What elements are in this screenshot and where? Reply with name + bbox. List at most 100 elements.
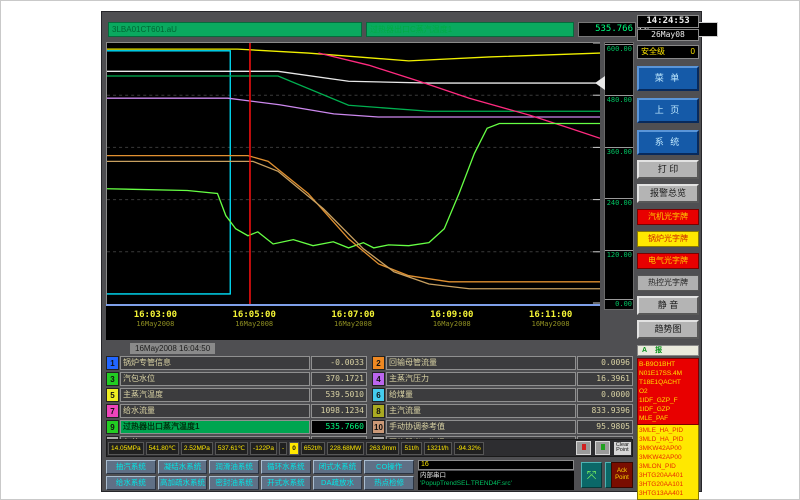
- point-tag-field[interactable]: 3LBA01CT601.aU: [108, 22, 362, 37]
- pen-value: 539.5010: [311, 388, 367, 402]
- status-indicator-2[interactable]: [595, 441, 610, 455]
- time-tick: 16:03:0016May2008: [106, 306, 205, 340]
- y-tick-label: 240.00: [605, 198, 633, 208]
- alarm-tag[interactable]: 3HTG13AA401: [639, 489, 697, 498]
- pen-value: 535.7660: [311, 420, 367, 434]
- sidebar-button[interactable]: 打 印: [637, 160, 699, 179]
- status-value: 14.05MPa: [108, 442, 144, 455]
- pen-row[interactable]: 1锅炉专管信息-0.0033: [106, 356, 367, 370]
- status-value: 2.52MPa: [181, 442, 213, 455]
- status-value: -122Pa: [250, 442, 277, 455]
- system-menu: 抽汽系统凝结水系统润滑油系统循环水系统闭式水系统CO操作给水系统高加疏水系统密封…: [106, 460, 414, 490]
- alarm-tag[interactable]: 3MLON_PID: [639, 462, 697, 471]
- pen-row[interactable]: 3汽包水位370.1721: [106, 372, 367, 386]
- time-tick: 16:09:0016May2008: [402, 306, 501, 340]
- ack-strip-label: 报: [655, 346, 662, 355]
- pen-label: 汽包水位: [120, 372, 310, 386]
- command-output: 内部串口 'PopupTrendSEL.TREND4F.src': [418, 471, 574, 490]
- alarm-tag[interactable]: MLE_PAF: [639, 414, 697, 423]
- pen-row[interactable]: 5主蒸汽温度539.5010: [106, 388, 367, 402]
- cursor-timestamp: 16May2008 16:04:50: [130, 343, 215, 354]
- ack-strip-label: A: [642, 346, 647, 355]
- menu-button[interactable]: 抽汽系统: [106, 460, 156, 474]
- alarm-tag[interactable]: 1IDF_GZP_F: [639, 396, 697, 405]
- sidebar-tool-button[interactable]: 静 音: [637, 296, 699, 315]
- pen-row[interactable]: 9过热器出口蒸汽温度1535.7660: [106, 420, 367, 434]
- ack-point-button[interactable]: AckPoint: [611, 462, 633, 488]
- alarm-tag[interactable]: 3MLE_HA_PID: [639, 426, 697, 435]
- menu-button[interactable]: DA疏放水: [313, 476, 363, 490]
- tick-date: 16May2008: [106, 320, 205, 328]
- alarm-tag[interactable]: O2: [639, 387, 697, 396]
- pen-value: 95.9805: [577, 420, 633, 434]
- pen-color-chip: 3: [106, 372, 119, 386]
- time-tick: 16:07:0016May2008: [304, 306, 403, 340]
- tick-date: 16May2008: [501, 320, 600, 328]
- pen-row[interactable]: 8主汽流量833.9396: [372, 404, 633, 418]
- status-value: -94.32%: [454, 442, 484, 455]
- status-value: 0: [289, 442, 299, 455]
- trend-chart[interactable]: [106, 42, 600, 304]
- pen-row[interactable]: 10手动协调参考值95.9805: [372, 420, 633, 434]
- pen-row[interactable]: 7给水流量1098.1234: [106, 404, 367, 418]
- hmi-window: 3LBA01CT601.aU 过热器出口C蒸汽温度1 535.766 3- 60…: [101, 11, 702, 492]
- status-indicator-1[interactable]: [576, 441, 591, 455]
- sidebar-button[interactable]: 菜 单: [637, 66, 699, 91]
- alarm-tag[interactable]: N01E17SS.4M: [639, 369, 697, 378]
- safety-level-count: 0: [691, 46, 695, 58]
- trend-series-white-pen: [107, 71, 600, 83]
- command-input[interactable]: 16: [418, 460, 574, 470]
- clock-date: 26May08: [637, 29, 699, 41]
- pen-color-chip: 10: [372, 420, 385, 434]
- pen-table: 1锅炉专管信息-0.0033 3汽包水位370.1721 5主蒸汽温度539.501…: [106, 356, 633, 450]
- scale-slider-handle[interactable]: [595, 76, 605, 90]
- tick-time: 16:11:00: [501, 310, 600, 320]
- alarm-tag[interactable]: 3MKW42AP00: [639, 453, 697, 462]
- alarm-tag[interactable]: 1IDF_GZP: [639, 405, 697, 414]
- y-scale-strip: 600.00480.00360.00240.00120.000.00: [604, 42, 634, 310]
- sidebar-button[interactable]: 系 统: [637, 130, 699, 155]
- alarm-tag[interactable]: T18E1QACHT: [639, 378, 697, 387]
- sidebar-button[interactable]: 报警总览: [637, 184, 699, 203]
- pen-label: 主蒸汽压力: [386, 372, 576, 386]
- annunciator-button[interactable]: 热控光字牌: [637, 275, 699, 291]
- tick-time: 16:05:00: [205, 310, 304, 320]
- annunciator-button[interactable]: 汽机光字牌: [637, 209, 699, 225]
- pen-row[interactable]: 4主蒸汽压力16.3961: [372, 372, 633, 386]
- ack-point-label: Ack: [612, 468, 632, 475]
- pen-label: 给煤量: [386, 388, 576, 402]
- pen-row[interactable]: 6给煤量0.0000: [372, 388, 633, 402]
- sidebar-button[interactable]: 上 页: [637, 98, 699, 123]
- menu-button[interactable]: 闭式水系统: [313, 460, 363, 474]
- command-output-line2: 'PopupTrendSEL.TREND4F.src': [420, 480, 572, 488]
- point-browser-icon[interactable]: ⤧: [581, 462, 602, 488]
- main-area: 3LBA01CT601.aU 过热器出口C蒸汽温度1 535.766 3- 60…: [106, 12, 633, 491]
- pen-color-chip: 2: [372, 356, 385, 370]
- alarm-tag[interactable]: 3MKW42AP00: [639, 444, 697, 453]
- menu-button[interactable]: 循环水系统: [261, 460, 311, 474]
- alarm-tag[interactable]: 3HTG20AA401: [639, 471, 697, 480]
- point-description-field[interactable]: 过热器出口C蒸汽温度1: [366, 22, 574, 37]
- menu-button[interactable]: 密封油系统: [209, 476, 259, 490]
- menu-button[interactable]: CO操作: [364, 460, 414, 474]
- pen-value: 0.0000: [577, 388, 633, 402]
- annunciator-button[interactable]: 锅炉光字牌: [637, 231, 699, 247]
- menu-button[interactable]: 热点检修: [364, 476, 414, 490]
- clear-point-button[interactable]: ClearPoint: [614, 442, 631, 455]
- pen-row[interactable]: 2回输母管流量0.0096: [372, 356, 633, 370]
- pen-color-chip: 9: [106, 420, 119, 434]
- menu-button[interactable]: 开式水系统: [261, 476, 311, 490]
- status-value: 228.68MW: [327, 442, 364, 455]
- alarm-tag[interactable]: 3HTG20AA101: [639, 480, 697, 489]
- menu-button[interactable]: 高加疏水系统: [158, 476, 208, 490]
- annunciator-button[interactable]: 电气光字牌: [637, 253, 699, 269]
- alarm-tag[interactable]: B-B9O1BHT: [639, 360, 697, 369]
- alarm-tag[interactable]: 3MLD_HA_PID: [639, 435, 697, 444]
- sidebar-tool-button[interactable]: 趋势图: [637, 320, 699, 339]
- menu-button[interactable]: 给水系统: [106, 476, 156, 490]
- time-tick: 16:05:0016May2008: [205, 306, 304, 340]
- menu-button[interactable]: 润滑油系统: [209, 460, 259, 474]
- y-tick-label: 360.00: [605, 147, 633, 157]
- trend-series-light-green-pen: [107, 124, 600, 248]
- menu-button[interactable]: 凝结水系统: [158, 460, 208, 474]
